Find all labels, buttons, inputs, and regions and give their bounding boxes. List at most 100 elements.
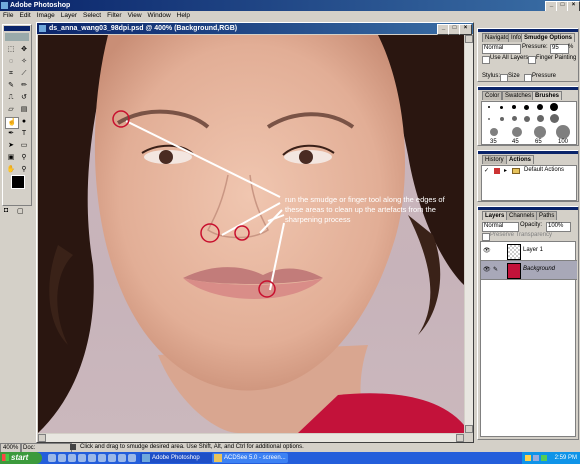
notes-tool-icon[interactable]: ▣ — [5, 153, 17, 163]
tab-paths[interactable]: Paths — [536, 211, 558, 220]
quicklaunch-icon[interactable] — [118, 454, 126, 462]
tab-color[interactable]: Color — [482, 91, 503, 100]
status-arrow-icon[interactable] — [70, 444, 76, 450]
marquee-tool-icon[interactable]: ⬚ — [5, 45, 17, 55]
tray-icon[interactable] — [525, 455, 531, 461]
foreground-color-swatch[interactable] — [11, 175, 25, 189]
taskbar-button-acdsee[interactable]: ACDSee 5.0 - screen... — [212, 453, 288, 463]
tab-layers[interactable]: Layers — [482, 211, 508, 220]
brush-tool-icon[interactable]: ✏ — [18, 81, 30, 91]
opacity-input[interactable]: 100% — [546, 222, 571, 232]
scroll-left-arrow-icon[interactable] — [38, 434, 46, 442]
menu-file[interactable]: File — [0, 11, 16, 21]
gradient-tool-icon[interactable]: ▤ — [18, 105, 30, 115]
quicklaunch-icon[interactable] — [58, 454, 66, 462]
quicklaunch-icon[interactable] — [48, 454, 56, 462]
finger-painting-checkbox[interactable] — [528, 56, 536, 64]
brush-grid[interactable]: 35 45 65 100 — [481, 101, 577, 145]
brush-preset[interactable] — [512, 116, 517, 121]
menu-layer[interactable]: Layer — [58, 11, 80, 21]
lasso-tool-icon[interactable]: ◌ — [5, 57, 17, 67]
brush-preset[interactable] — [534, 126, 546, 138]
image-canvas[interactable]: run the smudge or finger tool along the … — [38, 35, 464, 433]
brush-preset[interactable] — [524, 105, 529, 110]
tab-history[interactable]: History — [482, 155, 507, 164]
scroll-up-arrow-icon[interactable] — [465, 35, 473, 43]
brush-preset[interactable] — [537, 104, 543, 110]
slice-tool-icon[interactable]: ⟋ — [18, 69, 30, 79]
quicklaunch-icon[interactable] — [128, 454, 136, 462]
stamp-tool-icon[interactable]: ⎍ — [5, 93, 17, 103]
quicklaunch-icon[interactable] — [68, 454, 76, 462]
dodge-tool-icon[interactable]: ● — [18, 117, 30, 127]
quicklaunch-icon[interactable] — [98, 454, 106, 462]
menu-select[interactable]: Select — [80, 11, 104, 21]
quicklaunch-icon[interactable] — [78, 454, 86, 462]
quicklaunch-icon[interactable] — [108, 454, 116, 462]
brush-preset[interactable] — [490, 128, 498, 136]
magic-wand-icon[interactable]: ✧ — [18, 57, 30, 67]
action-set-name[interactable]: Default Actions — [524, 167, 564, 173]
menu-filter[interactable]: Filter — [104, 11, 124, 21]
menu-help[interactable]: Help — [174, 11, 193, 21]
menu-edit[interactable]: Edit — [16, 11, 33, 21]
type-tool-icon[interactable]: T — [18, 129, 30, 139]
preserve-transparency-checkbox[interactable] — [482, 233, 490, 241]
zoom-tool-icon[interactable]: ⚲ — [18, 165, 30, 175]
path-selection-icon[interactable]: ➤ — [5, 141, 17, 151]
airbrush-icon[interactable]: ✎ — [5, 81, 17, 91]
move-tool-icon[interactable]: ✥ — [18, 45, 30, 55]
brush-preset[interactable] — [512, 127, 522, 137]
tab-smudge-options[interactable]: Smudge Options — [521, 33, 575, 42]
tray-icon[interactable] — [541, 455, 547, 461]
doc-close-icon[interactable]: × — [459, 24, 472, 35]
quick-mask-icon[interactable]: ◘ — [4, 207, 16, 217]
scroll-right-arrow-icon[interactable] — [456, 434, 464, 442]
crop-tool-icon[interactable]: ⌗ — [5, 69, 17, 79]
vertical-scrollbar[interactable] — [465, 35, 473, 433]
taskbar-button-photoshop[interactable]: Adobe Photoshop — [140, 453, 220, 463]
brush-preset[interactable] — [550, 103, 558, 111]
brush-preset[interactable] — [488, 106, 490, 108]
smudge-tool-icon[interactable]: ☝ — [5, 117, 19, 129]
tray-icon[interactable] — [533, 455, 539, 461]
menu-image[interactable]: Image — [34, 11, 58, 21]
action-dialog-icon[interactable] — [494, 168, 500, 174]
quicklaunch-icon[interactable] — [88, 454, 96, 462]
hand-tool-icon[interactable]: ✋ — [5, 165, 17, 175]
brush-preset[interactable] — [524, 116, 530, 122]
use-all-layers-checkbox[interactable] — [482, 56, 490, 64]
action-check-icon[interactable]: ✓ — [484, 167, 489, 174]
brush-preset[interactable] — [500, 117, 504, 121]
clock[interactable]: 2:59 PM — [555, 455, 577, 461]
screen-mode-icon[interactable]: ▢ — [17, 207, 29, 217]
menu-window[interactable]: Window — [145, 11, 174, 21]
start-button[interactable]: start — [0, 452, 42, 464]
eye-icon[interactable]: 👁 — [483, 247, 491, 254]
pen-tool-icon[interactable]: ✒ — [5, 129, 17, 139]
brush-preset[interactable] — [556, 125, 570, 139]
tab-swatches[interactable]: Swatches — [502, 91, 535, 100]
horizontal-scrollbar[interactable] — [38, 434, 464, 442]
blend-mode-select[interactable]: Normal — [482, 44, 521, 54]
stylus-size-checkbox[interactable] — [500, 74, 508, 82]
stylus-pressure-checkbox[interactable] — [524, 74, 532, 82]
eraser-tool-icon[interactable]: ▱ — [5, 105, 17, 115]
tab-channels[interactable]: Channels — [506, 211, 538, 220]
expand-triangle-icon[interactable]: ▸ — [504, 167, 507, 174]
scroll-down-arrow-icon[interactable] — [465, 425, 473, 433]
tab-brushes[interactable]: Brushes — [532, 91, 563, 100]
layer-row-background[interactable]: 👁 ✎ Background — [481, 261, 577, 280]
menu-view[interactable]: View — [125, 11, 145, 21]
brush-preset[interactable] — [550, 114, 559, 123]
tab-actions[interactable]: Actions — [506, 155, 535, 164]
brush-preset[interactable] — [500, 106, 503, 109]
layer-blend-mode-select[interactable]: Normal — [482, 222, 519, 232]
layer-row-layer-1[interactable]: 👁 Layer 1 — [481, 242, 577, 261]
brush-preset[interactable] — [512, 105, 516, 109]
eye-icon[interactable]: 👁 — [483, 266, 491, 273]
eyedropper-icon[interactable]: ⚲ — [18, 153, 30, 163]
shape-tool-icon[interactable]: ▭ — [18, 141, 30, 151]
history-brush-icon[interactable]: ↺ — [18, 93, 30, 103]
brush-preset[interactable] — [488, 118, 490, 120]
